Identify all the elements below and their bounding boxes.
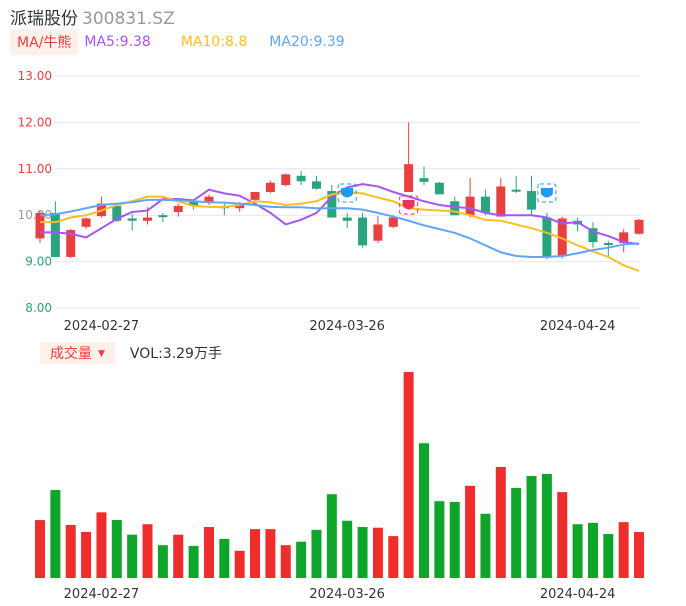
volume-bar [541,473,552,578]
candle-body [35,212,45,239]
volume-bar [434,501,445,578]
volume-bar [96,512,107,578]
candle-body [50,212,60,257]
x-tick-label: 2024-03-26 [309,587,385,602]
volume-bar [449,501,460,578]
volume-bar [111,520,122,578]
candle-body [527,191,537,210]
candle-body [496,186,506,217]
candle-body [404,164,414,192]
volume-bar [35,520,45,578]
x-tick-label: 2024-04-24 [540,319,616,334]
volume-bar [587,522,598,578]
candle-body [250,192,260,200]
volume-bar [250,529,261,578]
candle-body [311,181,321,189]
candle-body [296,175,306,182]
volume-bar [127,534,138,578]
volume-bar [403,372,414,578]
volume-bar [357,527,368,578]
volume-bar [388,536,399,578]
volume-bar [465,485,476,578]
volume-bar [188,545,199,578]
candle-body [158,215,168,218]
candle-body [127,218,137,221]
y-tick-label: 11.00 [18,162,52,176]
volume-bar [372,527,383,578]
volume-bar [265,529,276,578]
x-tick-label: 2024-02-27 [64,587,140,602]
x-tick-label: 2024-03-26 [309,319,385,334]
volume-bar [280,545,291,578]
candle-body [542,217,552,257]
candle-body [434,182,444,195]
volume-bar [342,520,353,578]
volume-bar [157,545,168,578]
candle-body [143,217,153,221]
candle-body [81,218,91,227]
volume-bar [219,538,230,578]
volume-bar [603,534,614,578]
volume-bar [480,513,491,578]
volume-bar [296,541,307,578]
volume-bar [634,532,645,578]
y-tick-label: 9.00 [25,255,52,269]
candle-body [388,217,398,227]
volume-bar [203,527,214,578]
candle-body [480,196,490,213]
candle-body [419,178,429,182]
candle-body [634,219,644,234]
bear-signal-icon [537,183,557,203]
volume-bar [572,524,583,578]
candle-body [603,243,613,246]
volume-bar [50,490,61,578]
volume-bar [511,487,522,578]
shield-shape [341,188,354,198]
volume-bar [495,466,506,578]
candle-body [511,189,521,192]
y-tick-label: 12.00 [18,115,52,129]
volume-bar [142,524,153,578]
x-tick-label: 2024-04-24 [540,587,616,602]
candle-body [373,224,383,241]
candle-body [281,174,291,186]
volume-bar [173,534,184,578]
x-tick-label: 2024-02-27 [64,319,140,334]
shield-shape [540,188,553,198]
volume-bar [419,443,429,578]
kline-chart[interactable]: 13.0012.0011.0010.009.008.002024-02-2720… [0,0,686,606]
candle-body [173,205,183,212]
candle-body [465,196,475,216]
candle-body [342,217,352,221]
volume-bar [65,524,76,578]
volume-bar [81,531,92,578]
volume-bar [526,476,537,578]
candle-body [358,217,368,246]
candle-body [265,182,275,192]
volume-bar [326,494,337,578]
volume-bar [234,550,245,578]
volume-bar [311,529,322,578]
volume-bar [557,492,568,578]
y-tick-label: 8.00 [25,301,52,315]
volume-bar [618,522,629,578]
y-tick-label: 13.00 [18,69,52,83]
